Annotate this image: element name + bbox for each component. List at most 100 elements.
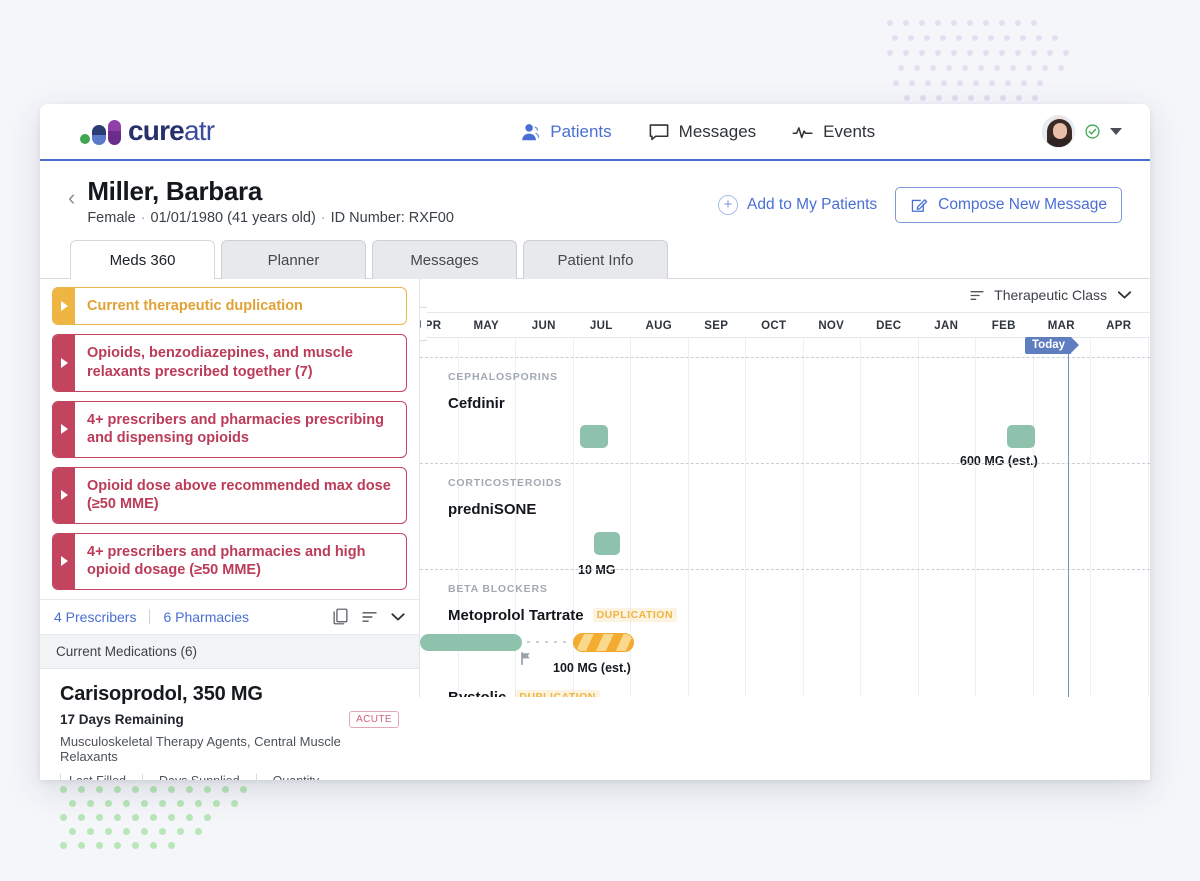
stat-label: Quantity bbox=[273, 774, 320, 780]
therapeutic-class-label: BETA BLOCKERS bbox=[448, 582, 548, 595]
month-label: NOV bbox=[818, 319, 845, 332]
medication-row-name[interactable]: Metoprolol Tartrate DUPLICATION bbox=[448, 606, 678, 624]
tab-messages[interactable]: Messages bbox=[372, 239, 517, 279]
nav-item-events[interactable]: Events bbox=[792, 121, 875, 143]
stat-label: Days Supplied bbox=[159, 774, 240, 780]
tab-planner[interactable]: Planner bbox=[221, 239, 366, 279]
medication-label: Metoprolol Tartrate bbox=[448, 606, 584, 624]
days-remaining: 17 Days Remaining bbox=[60, 711, 184, 727]
month-gridline bbox=[745, 337, 746, 697]
alert-item[interactable]: 4+ prescribers and pharmacies and high o… bbox=[52, 532, 407, 590]
brand-logo[interactable]: cureatr bbox=[80, 116, 215, 147]
month-label: MAY bbox=[473, 319, 499, 332]
medication-row-name[interactable]: Bystolic DUPLICATION bbox=[448, 689, 600, 697]
cureatr-pill-logo-icon bbox=[80, 119, 121, 145]
medication-card[interactable]: Carisoprodol, 350 MG 17 Days Remaining A… bbox=[40, 669, 419, 780]
timeline-group-divider bbox=[420, 462, 1150, 464]
subnav-tools bbox=[333, 608, 405, 625]
month-label: JAN bbox=[934, 319, 959, 332]
therapeutic-class-label: CEPHALOSPORINS bbox=[448, 370, 558, 383]
today-line bbox=[1068, 337, 1069, 697]
user-menu[interactable] bbox=[1042, 115, 1122, 148]
collapse-left-icon[interactable] bbox=[420, 306, 427, 341]
timeline-group-by-label[interactable]: Therapeutic Class bbox=[994, 287, 1107, 303]
month-gridline bbox=[1147, 337, 1149, 697]
patient-sex: Female bbox=[87, 209, 136, 226]
heartbeat-icon bbox=[792, 126, 813, 138]
nav-item-patients[interactable]: Patients bbox=[519, 121, 612, 143]
alert-item[interactable]: Opioid dose above recommended max dose (… bbox=[52, 466, 407, 524]
timeline-fill-marker[interactable] bbox=[594, 531, 620, 555]
alert-expand-triangle-icon[interactable] bbox=[53, 401, 75, 457]
month-gridline bbox=[687, 337, 689, 697]
prescribers-link[interactable]: 4 Prescribers bbox=[54, 609, 136, 625]
tab-patient-info[interactable]: Patient Info bbox=[523, 239, 668, 279]
timeline-fill-marker[interactable] bbox=[580, 424, 608, 448]
nav-label-messages: Messages bbox=[678, 121, 757, 141]
month-gridline bbox=[1032, 337, 1034, 697]
back-chevron-icon[interactable]: ‹ bbox=[68, 187, 75, 226]
month-label: MAR bbox=[1047, 319, 1075, 332]
patient-dob-age: 01/01/1980 (41 years old) bbox=[150, 209, 316, 226]
alert-item[interactable]: 4+ prescribers and pharmacies prescribin… bbox=[52, 400, 407, 458]
dose-label: 100 MG (est.) bbox=[553, 660, 631, 675]
medication-name: Carisoprodol, 350 MG bbox=[60, 682, 263, 705]
alert-item[interactable]: Current therapeutic duplication bbox=[52, 286, 407, 326]
month-gridline bbox=[1090, 337, 1091, 697]
alert-expand-triangle-icon[interactable] bbox=[53, 287, 75, 325]
add-to-my-patients-label: Add to My Patients bbox=[747, 196, 878, 213]
compose-new-message-label: Compose New Message bbox=[938, 196, 1107, 213]
brand-wordmark: cureatr bbox=[128, 116, 215, 147]
dose-label: 10 MG bbox=[578, 562, 616, 577]
add-to-my-patients-button[interactable]: + Add to My Patients bbox=[718, 195, 877, 215]
month-label: JUN bbox=[531, 319, 556, 332]
pharmacies-link[interactable]: 6 Pharmacies bbox=[163, 609, 249, 625]
current-medications-header: Current Medications (6) bbox=[40, 634, 419, 669]
tab-meds-360[interactable]: Meds 360 bbox=[70, 239, 215, 280]
nav-item-messages[interactable]: Messages bbox=[648, 121, 756, 143]
medication-label: predniSONE bbox=[448, 500, 537, 518]
medication-timeline: Therapeutic Class APR MAY JUN JUL AUG SEP OCT N… bbox=[420, 278, 1150, 697]
copy-icon[interactable] bbox=[333, 608, 348, 625]
month-label: DEC bbox=[876, 319, 902, 332]
decorative-dots-green bbox=[58, 786, 268, 878]
month-label: AUG bbox=[645, 319, 672, 332]
chevron-down-icon[interactable] bbox=[391, 612, 405, 622]
medication-row-name[interactable]: predniSONE bbox=[448, 501, 536, 518]
alert-item[interactable]: Opioids, benzodiazepines, and muscle rel… bbox=[52, 334, 407, 392]
medication-label: Bystolic bbox=[448, 689, 506, 697]
alert-text: 4+ prescribers and pharmacies and high o… bbox=[87, 543, 366, 579]
timeline-medication-bar[interactable] bbox=[420, 633, 522, 651]
alert-text: Current therapeutic duplication bbox=[87, 297, 303, 314]
month-label: JUL bbox=[589, 319, 613, 332]
app-window: cureatr Patients Messages Events ‹ Mille… bbox=[40, 104, 1150, 780]
alert-expand-triangle-icon[interactable] bbox=[53, 335, 75, 391]
chat-bubble-icon bbox=[649, 123, 669, 140]
month-gridline bbox=[917, 337, 919, 697]
timeline-duplication-bar[interactable] bbox=[573, 632, 634, 652]
sort-icon[interactable] bbox=[362, 611, 377, 623]
chevron-down-icon[interactable] bbox=[1117, 290, 1132, 300]
therapeutic-class-label: CORTICOSTEROIDS bbox=[448, 476, 563, 489]
compose-pencil-icon bbox=[911, 199, 928, 212]
sort-icon[interactable] bbox=[970, 290, 984, 301]
tab-label: Messages bbox=[410, 251, 479, 269]
medication-label: Cefdinir bbox=[448, 394, 505, 412]
chevron-down-icon[interactable] bbox=[1110, 128, 1122, 135]
month-gridline bbox=[975, 337, 976, 697]
patient-id: ID Number: RXF00 bbox=[330, 209, 454, 226]
medication-row-name[interactable]: Cefdinir bbox=[448, 395, 505, 412]
alert-text: 4+ prescribers and pharmacies prescribin… bbox=[87, 411, 384, 447]
nav-label-patients: Patients bbox=[550, 121, 612, 141]
timeline-canvas: Today CEPHALOSPORINS Cefdinir 600 MG (est.)… bbox=[420, 336, 1150, 697]
timeline-fill-marker[interactable] bbox=[1007, 424, 1035, 448]
patient-header: ‹ Miller, Barbara Female · 01/01/1980 (41 … bbox=[40, 161, 1150, 226]
nav-label-events: Events bbox=[823, 121, 876, 141]
patient-demographics: Female · 01/01/1980 (41 years old) · ID Numb… bbox=[87, 209, 454, 226]
user-avatar[interactable] bbox=[1042, 115, 1075, 148]
alert-expand-triangle-icon[interactable] bbox=[53, 467, 75, 523]
alert-expand-triangle-icon[interactable] bbox=[53, 533, 75, 589]
alerts-list: Current therapeutic duplication Opioids, … bbox=[40, 279, 419, 590]
timeline-month-axis: APRMAYJUNJULAUGSEPOCTNOVDECJANFEBMARAPR bbox=[420, 311, 1150, 338]
compose-new-message-button[interactable]: Compose New Message bbox=[895, 187, 1122, 223]
